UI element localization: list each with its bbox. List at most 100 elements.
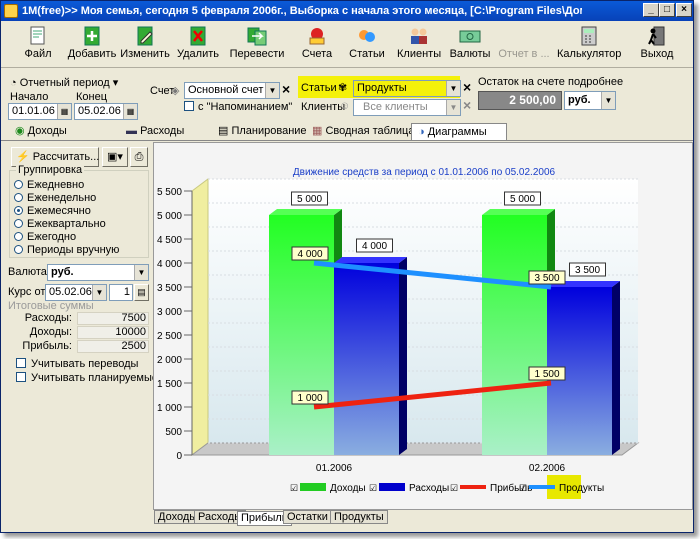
window-title: 1M(free)>> Моя семья, сегодня 5 февраля … (22, 5, 582, 17)
account-icon: ◈ (171, 85, 180, 97)
y-tick-label: 5 500 (157, 187, 182, 198)
accounts-icon (309, 28, 325, 45)
y-tick-label: 5 000 (157, 211, 182, 222)
tab-expenses[interactable]: ▬ Расходы (126, 123, 184, 140)
filters-panel: ◔ Отчетный период ▾ Начало Конец 01.01.0… (1, 69, 693, 121)
report-button[interactable]: Отчет в ... (495, 24, 553, 66)
end-date-input[interactable]: 05.02.06 ▦ (74, 103, 138, 120)
period-menu[interactable]: ◔ Отчетный период ▾ (10, 76, 118, 89)
calculator-button[interactable]: Калькулятор (557, 24, 621, 66)
maximize-button[interactable]: □ (659, 3, 675, 17)
printer-icon: ⎙ (134, 151, 144, 163)
bar-top (269, 209, 342, 215)
checkbox-box (16, 358, 26, 368)
checkbox-box (16, 372, 26, 382)
categories-button[interactable]: Статьи (347, 24, 387, 66)
y-tick-label: 2 500 (157, 331, 182, 342)
legend-checkbox: ☑ (519, 483, 527, 493)
currencies-button[interactable]: Валюты (449, 24, 491, 66)
x-tick-label: 02.2006 (529, 463, 566, 474)
title-bar: 1M(free)>> Моя семья, сегодня 5 февраля … (1, 1, 693, 21)
grouping-yearly[interactable]: Ежегодно (14, 231, 76, 244)
balance-currency-select[interactable]: руб. ▼ (564, 91, 616, 110)
clear-account-icon[interactable]: × (282, 81, 290, 97)
y-tick-label: 4 500 (157, 235, 182, 246)
clear-clients-icon[interactable]: × (463, 97, 471, 113)
legend-checkbox: ☑ (290, 483, 298, 493)
rate-date-input[interactable]: 05.02.06 ▼ (45, 284, 107, 301)
rate-refresh-button[interactable]: ▤ (134, 284, 149, 301)
clients-select[interactable]: Все клиенты ▼ (353, 99, 461, 116)
y-tick-label: 3 500 (157, 283, 182, 294)
chevron-down-icon: ▼ (134, 265, 148, 280)
income-icon: ◉ (15, 125, 25, 137)
balance-value: 2 500,00 (478, 91, 562, 110)
y-tick-label: 1 000 (157, 403, 182, 414)
grouping-daily[interactable]: Ежедневно (14, 179, 84, 192)
chart-side-wall (191, 178, 209, 456)
y-tick-label: 1 500 (157, 379, 182, 390)
balance-label: Остаток на счете (478, 76, 565, 88)
grouping-weekly[interactable]: Еженедельно (14, 192, 96, 205)
bottom-tabs: Доходы Расходы Прибыль Остатки Продукты (153, 510, 693, 526)
tab-income[interactable]: ◉ Доходы (15, 123, 67, 140)
minimize-button[interactable]: _ (643, 3, 659, 17)
categories-icon (359, 30, 375, 42)
account-select[interactable]: Основной счет ▼ (184, 82, 280, 99)
edit-button[interactable]: Изменить (119, 24, 171, 66)
options-icon: ▣▾ (107, 151, 123, 163)
bottom-tab-balances[interactable]: Остатки (283, 510, 332, 524)
expense-data-label: 4 000 (362, 241, 387, 252)
tab-charts[interactable]: ◑ Диаграммы (411, 123, 507, 140)
grouping-quarterly[interactable]: Ежеквартально (14, 218, 106, 231)
legend-swatch (379, 483, 405, 491)
reminder-checkbox[interactable]: с "Напоминанием" (184, 101, 292, 113)
file-button[interactable]: Файл (15, 24, 61, 66)
radio-icon (14, 219, 23, 228)
currency-select[interactable]: руб. ▼ (47, 264, 149, 281)
clear-category-icon[interactable]: × (463, 79, 471, 95)
table-icon: ▦ (312, 125, 323, 137)
radio-icon (14, 193, 23, 202)
options-button[interactable]: ▣▾ (102, 147, 128, 167)
bottom-tab-products[interactable]: Продукты (330, 510, 388, 524)
left-pane: ⚡ Рассчитать... ▣▾ ⎙ Группировка Ежеднев… (5, 144, 158, 529)
expense-data-label: 3 500 (575, 265, 600, 276)
bar-side (612, 281, 620, 455)
y-tick-label: 3 000 (157, 307, 182, 318)
currencies-icon (459, 30, 481, 43)
end-label: Конец (76, 91, 108, 103)
close-button[interactable]: × (676, 3, 692, 17)
calendar-icon[interactable]: ▦ (57, 104, 71, 119)
print-button[interactable]: ⎙ (130, 147, 148, 167)
delete-button[interactable]: Удалить (173, 24, 223, 66)
bar (482, 215, 547, 455)
rate-value-input[interactable]: 1 (109, 284, 133, 301)
app-window: 1M(free)>> Моя семья, сегодня 5 февраля … (0, 0, 694, 533)
main-tabs: ◉ Доходы ▬ Расходы ▤ Планирование ▦ Свод… (1, 122, 693, 141)
category-select[interactable]: Продукты ▼ (353, 80, 461, 97)
start-label: Начало (10, 91, 49, 103)
grouping-custom[interactable]: Периоды вручную (14, 244, 119, 257)
edit-icon (137, 26, 153, 46)
bar-top (482, 209, 555, 215)
exit-button[interactable]: Выход (637, 24, 677, 66)
grouping-monthly[interactable]: Ежемесячно (14, 205, 91, 218)
chevron-down-icon: ▼ (601, 92, 615, 109)
calendar-icon[interactable]: ▦ (123, 104, 137, 119)
accounts-button[interactable]: Счета (297, 24, 337, 66)
bar-top (334, 257, 407, 263)
expenses-total-row: Расходы: 7500 (5, 312, 150, 326)
start-date-input[interactable]: 01.01.06 ▦ (8, 103, 72, 120)
include-planned-checkbox[interactable]: Учитывать планируемые (16, 372, 158, 384)
expenses-icon: ▬ (126, 125, 137, 137)
clients-button[interactable]: Клиенты (397, 24, 441, 66)
add-button[interactable]: Добавить (67, 24, 117, 66)
income-total-row: Доходы: 10000 (5, 326, 150, 340)
tab-planning[interactable]: ▤ Планирование (218, 123, 307, 140)
delete-icon (190, 26, 206, 46)
tab-pivot[interactable]: ▦ Сводная таблица (312, 123, 414, 140)
transfer-button[interactable]: Перевести (229, 24, 285, 66)
clients-icon (411, 28, 427, 44)
include-transfers-checkbox[interactable]: Учитывать переводы (16, 358, 138, 370)
